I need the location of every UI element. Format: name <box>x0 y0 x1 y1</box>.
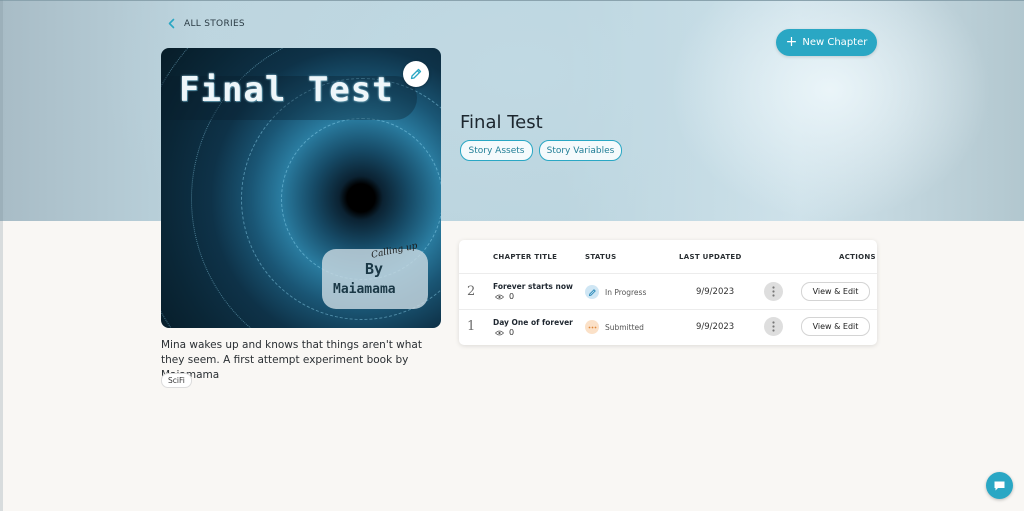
cover-title-text: Final Test <box>179 70 394 110</box>
column-header-actions: ACTIONS <box>839 253 876 261</box>
row-divider <box>459 309 877 310</box>
cover-by-text: By <box>365 260 384 278</box>
edit-cover-button[interactable] <box>403 61 429 87</box>
status-label: Submitted <box>605 323 644 332</box>
back-to-all-stories-link[interactable]: ALL STORIES <box>165 17 245 30</box>
status-label: In Progress <box>605 288 647 297</box>
chapter-views: 0 <box>495 292 514 301</box>
last-updated-date: 9/9/2023 <box>696 322 735 332</box>
top-border <box>0 0 1024 1</box>
eye-icon <box>495 330 504 335</box>
last-updated-date: 9/9/2023 <box>696 287 735 297</box>
row-divider <box>459 273 877 274</box>
chapters-table: CHAPTER TITLE STATUS LAST UPDATED ACTION… <box>459 240 877 345</box>
story-description: Mina wakes up and knows that things aren… <box>161 339 422 381</box>
back-link-label: ALL STORIES <box>184 18 245 29</box>
genre-tag: SciFi <box>161 373 192 388</box>
column-header-status: STATUS <box>585 253 617 261</box>
story-cover-image: Final Test Calling up By Maiamama <box>161 48 441 328</box>
chat-support-button[interactable] <box>986 472 1013 499</box>
more-options-button[interactable] <box>764 317 783 336</box>
chapter-views: 0 <box>495 328 514 337</box>
column-header-last-updated: LAST UPDATED <box>679 253 742 261</box>
pencil-icon <box>588 288 596 296</box>
ellipsis-icon <box>588 326 596 328</box>
plus-icon: + <box>785 34 798 50</box>
views-count: 0 <box>509 292 515 301</box>
chevron-left-icon <box>168 18 175 29</box>
view-edit-button[interactable]: View & Edit <box>801 317 870 336</box>
story-assets-button[interactable]: Story Assets <box>460 140 533 161</box>
kebab-menu-icon <box>772 321 775 332</box>
story-variables-button[interactable]: Story Variables <box>539 140 622 161</box>
new-chapter-button[interactable]: + New Chapter <box>776 29 877 56</box>
story-title: Final Test <box>460 112 543 133</box>
column-header-chapter-title: CHAPTER TITLE <box>493 253 558 261</box>
pencil-icon <box>410 68 422 80</box>
chapter-title: Day One of forever <box>493 318 573 327</box>
more-options-button[interactable] <box>764 282 783 301</box>
chat-bubble-icon <box>994 481 1005 490</box>
chapter-number: 2 <box>467 284 476 299</box>
status-in-progress-icon <box>585 285 599 299</box>
kebab-menu-icon <box>772 286 775 297</box>
new-chapter-label: New Chapter <box>802 37 868 48</box>
left-edge <box>0 0 3 511</box>
status-submitted-icon <box>585 320 599 334</box>
chapter-title: Forever starts now <box>493 282 573 291</box>
view-edit-button[interactable]: View & Edit <box>801 282 870 301</box>
eye-icon <box>495 294 504 299</box>
views-count: 0 <box>509 328 515 337</box>
chapter-number: 1 <box>467 319 476 334</box>
cover-author-text: Maiamama <box>333 282 396 297</box>
